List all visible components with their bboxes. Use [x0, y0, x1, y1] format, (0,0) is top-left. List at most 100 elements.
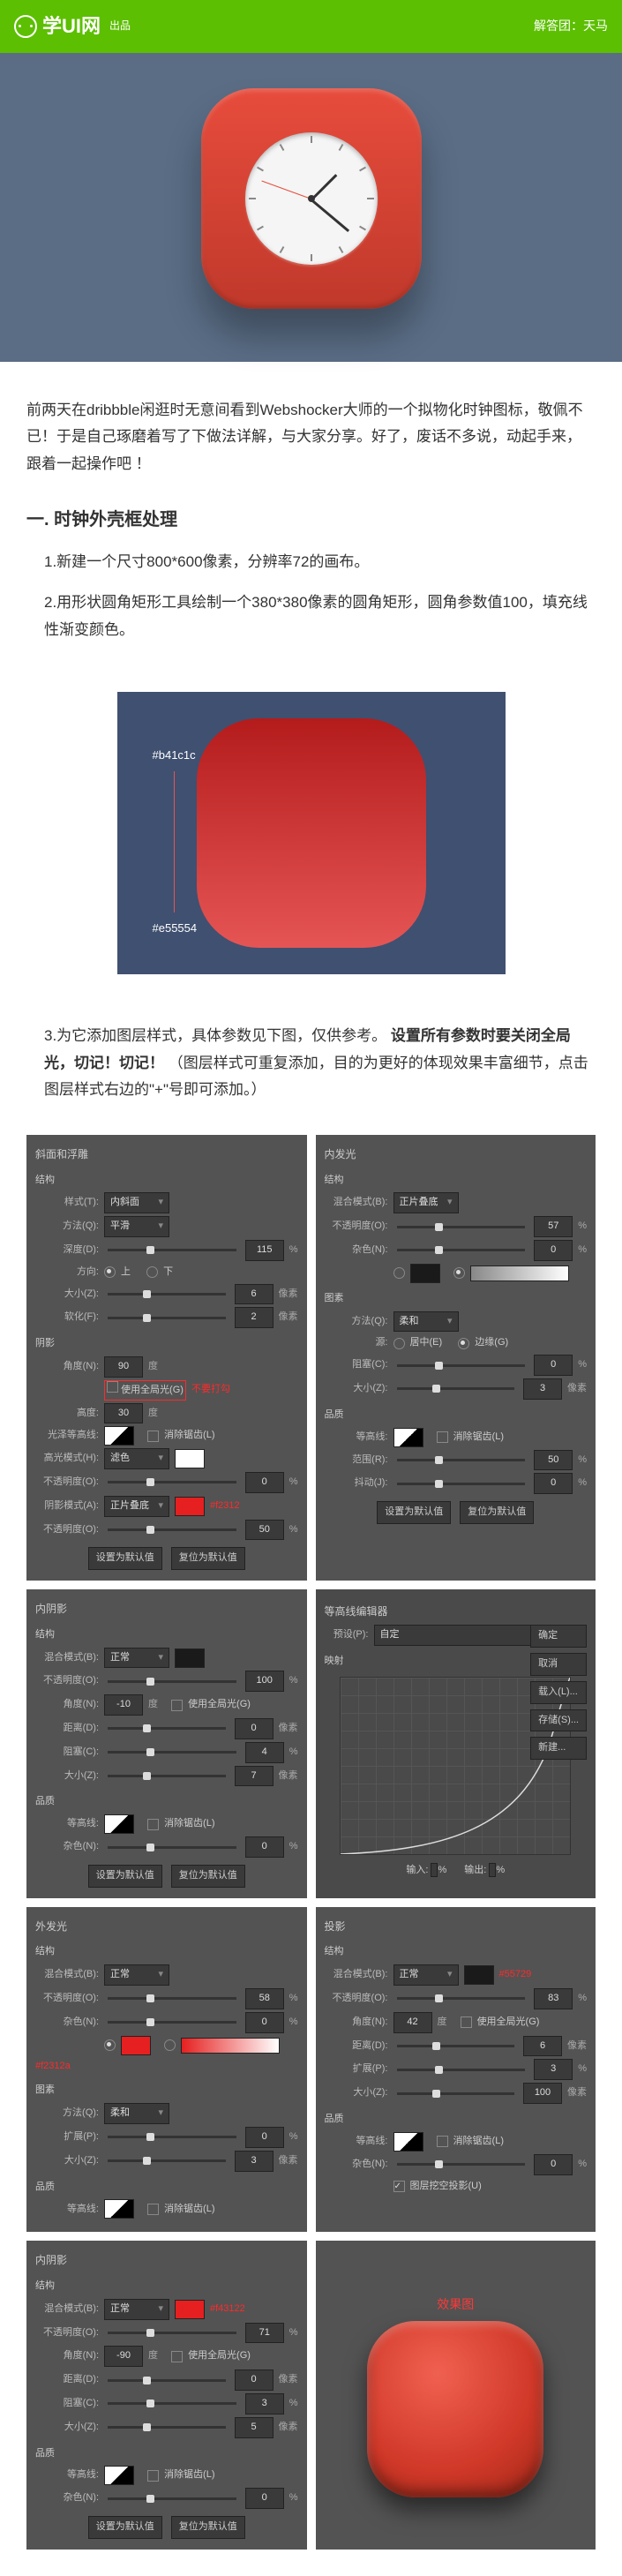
knockout-cb[interactable] — [393, 2181, 405, 2192]
gloss-contour[interactable] — [104, 1426, 134, 1446]
is1-size[interactable]: 7 — [235, 1766, 274, 1787]
is2-op[interactable]: 71 — [245, 2323, 284, 2344]
og-spread[interactable]: 0 — [245, 2127, 284, 2148]
hi-color[interactable] — [175, 1449, 205, 1468]
new-btn[interactable]: 新建... — [530, 1737, 587, 1760]
src-edge[interactable] — [458, 1338, 469, 1349]
layer-style-panels: 斜面和浮雕 结构 样式(T):内斜面 方法(Q):平滑 深度(D):115% 方… — [0, 1135, 622, 2576]
og-blend[interactable]: 正常 — [104, 1964, 169, 1986]
is1-color[interactable] — [175, 1648, 205, 1668]
soften-input[interactable]: 2 — [235, 1307, 274, 1328]
is2-blend[interactable]: 正常 — [104, 2299, 169, 2320]
is1-blend[interactable]: 正常 — [104, 1648, 169, 1669]
angle-input[interactable]: 90 — [104, 1356, 143, 1378]
hi-op[interactable]: 0 — [245, 1472, 284, 1493]
og-grad[interactable] — [181, 2038, 280, 2054]
is1-dist[interactable]: 0 — [235, 1718, 274, 1739]
ds-angle[interactable]: 42 — [393, 2012, 432, 2033]
curve-out[interactable] — [489, 1863, 496, 1877]
ig-range[interactable]: 50 — [534, 1450, 573, 1471]
is2-noise[interactable]: 0 — [245, 2488, 284, 2509]
curve-in[interactable] — [431, 1863, 438, 1877]
soften-slider[interactable] — [108, 1317, 226, 1319]
is2-size[interactable]: 5 — [235, 2417, 274, 2438]
is1-noise[interactable]: 0 — [245, 1836, 284, 1858]
ds-spread[interactable]: 3 — [534, 2059, 573, 2080]
reset-default-btn[interactable]: 复位为默认值 — [460, 1501, 534, 1524]
sh-op[interactable]: 50 — [245, 1520, 284, 1541]
clock-face — [245, 132, 378, 265]
sh-color[interactable] — [175, 1497, 205, 1516]
logo-icon — [14, 15, 37, 38]
ds-blend[interactable]: 正常 — [393, 1964, 459, 1986]
ig-method[interactable]: 柔和 — [393, 1311, 459, 1333]
ds-size[interactable]: 100 — [523, 2083, 562, 2104]
ds-dist[interactable]: 6 — [523, 2036, 562, 2057]
minute-hand — [311, 199, 349, 232]
sh-mode[interactable]: 正片叠底 — [104, 1496, 169, 1517]
cancel-btn[interactable]: 取消 — [530, 1653, 587, 1676]
is1-choke[interactable]: 4 — [245, 1742, 284, 1763]
depth-input[interactable]: 115 — [245, 1240, 284, 1261]
dir-up[interactable] — [104, 1266, 116, 1278]
ig-op[interactable]: 57 — [534, 1216, 573, 1237]
global-light-cb[interactable] — [107, 1381, 118, 1393]
panel-bevel: 斜面和浮雕 结构 样式(T):内斜面 方法(Q):平滑 深度(D):115% 方… — [26, 1135, 307, 1581]
ig-contour[interactable] — [393, 1428, 423, 1447]
reset-default-btn[interactable]: 复位为默认值 — [171, 1865, 245, 1888]
set-default-btn[interactable]: 设置为默认值 — [377, 1501, 451, 1524]
gradient-demo: #b41c1c #e55554 — [117, 692, 506, 974]
load-btn[interactable]: 载入(L)... — [530, 1681, 587, 1704]
ig-blend[interactable]: 正片叠底 — [393, 1192, 459, 1213]
ds-contour[interactable] — [393, 2132, 423, 2152]
step-2: 2.用形状圆角矩形工具绘制一个380*380像素的圆角矩形，圆角参数值100，填… — [26, 590, 596, 643]
ig-color[interactable] — [410, 1264, 440, 1283]
size-slider[interactable] — [108, 1293, 226, 1296]
is1-angle[interactable]: -10 — [104, 1694, 143, 1716]
preview-label: 效果图 — [437, 2294, 474, 2316]
set-default-btn[interactable]: 设置为默认值 — [88, 2516, 162, 2539]
method-select[interactable]: 平滑 — [104, 1216, 169, 1237]
og-size[interactable]: 3 — [235, 2151, 274, 2172]
panel-inner-glow: 内发光 结构 混合模式(B):正片叠底 不透明度(O):57% 杂色(N):0%… — [316, 1135, 596, 1581]
is1-global[interactable] — [171, 1700, 183, 1711]
ds-color[interactable] — [464, 1965, 494, 1985]
is2-dist[interactable]: 0 — [235, 2369, 274, 2391]
ig-grad[interactable] — [470, 1265, 569, 1281]
ds-noise[interactable]: 0 — [534, 2154, 573, 2175]
panel-contour-editor: 等高线编辑器 预设(P):自定 映射 输入: %输出: % 确定 取消 载入(L… — [316, 1589, 596, 1898]
ok-btn[interactable]: 确定 — [530, 1625, 587, 1648]
reset-default-btn[interactable]: 复位为默认值 — [171, 1547, 245, 1570]
is1-op[interactable]: 100 — [245, 1671, 284, 1692]
is2-color[interactable] — [175, 2300, 205, 2319]
og-contour[interactable] — [104, 2199, 134, 2219]
og-noise[interactable]: 0 — [245, 2012, 284, 2033]
alt-input[interactable]: 30 — [104, 1403, 143, 1424]
anti-cb[interactable] — [147, 1431, 159, 1442]
is2-choke[interactable]: 3 — [245, 2393, 284, 2415]
is2-contour[interactable] — [104, 2466, 134, 2485]
ig-size[interactable]: 3 — [523, 1378, 562, 1400]
set-default-btn[interactable]: 设置为默认值 — [88, 1547, 162, 1570]
ig-noise[interactable]: 0 — [534, 1240, 573, 1261]
dir-down[interactable] — [146, 1266, 158, 1278]
style-select[interactable]: 内斜面 — [104, 1192, 169, 1213]
is2-angle[interactable]: -90 — [104, 2346, 143, 2367]
og-method[interactable]: 柔和 — [104, 2103, 169, 2124]
hi-mode[interactable]: 滤色 — [104, 1448, 169, 1469]
ig-jitter[interactable]: 0 — [534, 1473, 573, 1494]
reset-default-btn[interactable]: 复位为默认值 — [171, 2516, 245, 2539]
og-color[interactable] — [121, 2036, 151, 2055]
src-center[interactable] — [393, 1338, 405, 1349]
save-btn[interactable]: 存储(S)... — [530, 1709, 587, 1732]
ds-global[interactable] — [461, 2016, 472, 2028]
depth-slider[interactable] — [108, 1249, 236, 1251]
intro-text: 前两天在dribbble闲逛时无意间看到Webshocker大师的一个拟物化时钟… — [26, 397, 596, 478]
ig-choke[interactable]: 0 — [534, 1355, 573, 1376]
center-dot — [308, 195, 315, 202]
color-top: #b41c1c — [153, 745, 198, 765]
size-input[interactable]: 6 — [235, 1284, 274, 1305]
set-default-btn[interactable]: 设置为默认值 — [88, 1865, 162, 1888]
is1-contour[interactable] — [104, 1814, 134, 1834]
is2-global[interactable] — [171, 2351, 183, 2362]
